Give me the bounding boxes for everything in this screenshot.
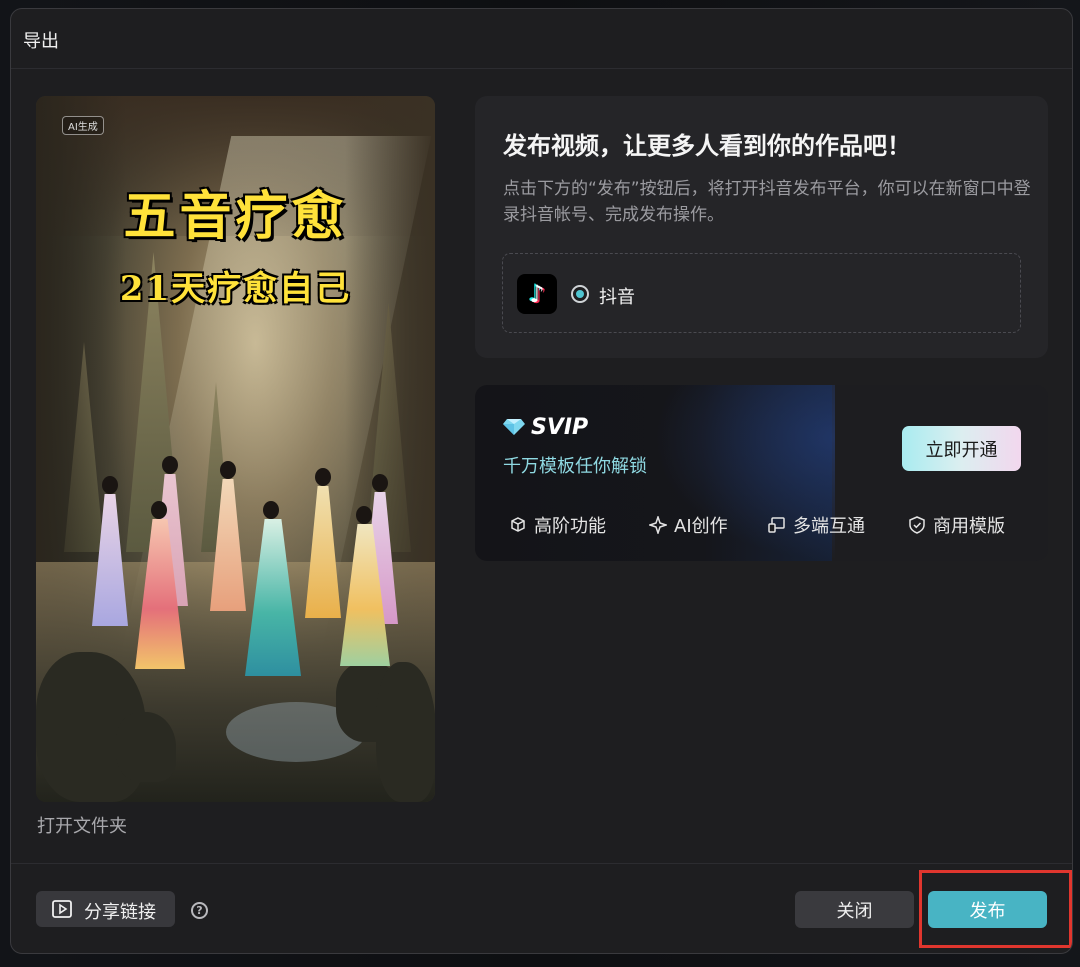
dancer-figure xyxy=(131,501,187,671)
svip-promo-card: SVIP 千万模板任你解锁 立即开通 高阶功能 AI创作 多端互通 商用模版 xyxy=(475,385,1048,561)
publish-description: 点击下方的“发布”按钮后，将打开抖音发布平台，你可以在新窗口中登录抖音帐号、完成… xyxy=(503,179,1031,225)
video-preview: AI生成 五音疗愈 21天疗愈自己 xyxy=(36,96,435,802)
help-icon[interactable]: ? xyxy=(191,902,208,919)
devices-icon xyxy=(768,517,785,533)
platform-option-douyin[interactable]: ♪ 抖音 xyxy=(502,253,1021,333)
close-button[interactable]: 关闭 xyxy=(795,891,914,928)
svip-subtitle: 千万模板任你解锁 xyxy=(503,456,647,477)
platform-label: 抖音 xyxy=(599,287,635,308)
platform-radio[interactable] xyxy=(571,285,589,303)
dancer-figure xyxy=(336,506,392,666)
publish-title: 发布视频，让更多人看到你的作品吧！ xyxy=(503,132,911,160)
svip-features: 高阶功能 AI创作 多端互通 商用模版 xyxy=(509,512,1029,537)
diamond-icon xyxy=(503,419,525,435)
open-folder-link[interactable]: 打开文件夹 xyxy=(37,812,127,838)
activate-svip-button[interactable]: 立即开通 xyxy=(902,426,1021,471)
share-video-icon xyxy=(52,900,72,918)
cube-icon xyxy=(511,517,525,532)
sparkle-icon xyxy=(649,516,667,534)
svip-title: SVIP xyxy=(503,415,588,440)
poster-subtitle: 21天疗愈自己 xyxy=(119,269,352,309)
dancer-figure xyxy=(88,476,132,626)
poster-title: 五音疗愈 xyxy=(123,186,348,247)
share-link-button[interactable]: 分享链接 xyxy=(36,891,175,927)
footer-divider xyxy=(11,863,1072,864)
rock xyxy=(376,662,435,802)
dancer-figure xyxy=(241,501,301,676)
rock xyxy=(116,712,176,782)
highlight-annotation xyxy=(919,870,1072,948)
dialog-header: 导出 xyxy=(11,9,1072,69)
export-dialog: 导出 AI生成 五音疗愈 21天疗愈自己 打开文件夹 发布视频，让更多人看到你的… xyxy=(10,8,1073,954)
shield-check-icon xyxy=(909,516,925,534)
ai-generated-badge: AI生成 xyxy=(62,116,104,135)
tiktok-logo-icon: ♪ xyxy=(517,274,557,314)
publish-card: 发布视频，让更多人看到你的作品吧！ 点击下方的“发布”按钮后，将打开抖音发布平台… xyxy=(475,96,1048,358)
dialog-title: 导出 xyxy=(23,31,59,52)
